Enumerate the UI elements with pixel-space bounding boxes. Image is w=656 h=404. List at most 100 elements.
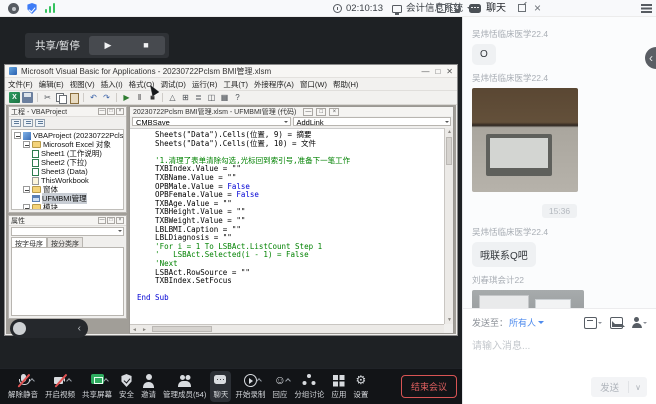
tree-item[interactable]: ThisWorkbook: [12, 176, 123, 185]
menu-item[interactable]: 编辑(E): [36, 79, 67, 90]
toolbar-item-screen-share[interactable]: 共享屏幕: [79, 371, 115, 402]
status-icon[interactable]: [8, 3, 19, 14]
minimize-icon[interactable]: —: [98, 108, 106, 115]
close-icon[interactable]: ×: [116, 217, 124, 224]
toolbar-item-apps[interactable]: 应用: [328, 371, 349, 402]
project-explorer-icon[interactable]: ⊞: [180, 92, 191, 103]
chevron-up-icon[interactable]: [286, 378, 292, 384]
toolbar-item-invite[interactable]: 邀请: [138, 371, 159, 402]
chat-message-input[interactable]: [472, 337, 612, 379]
tree-expander-icon[interactable]: [23, 204, 30, 210]
send-button[interactable]: 发送 ∨: [591, 377, 647, 397]
maximize-icon[interactable]: □: [107, 217, 115, 224]
tree-item[interactable]: Sheet3 (Data): [12, 167, 123, 176]
minimize-icon[interactable]: —: [421, 65, 429, 78]
save-icon[interactable]: [22, 92, 33, 103]
chat-message-list[interactable]: 吴炜恬临床医学22.4O吴炜恬临床医学22.415:36吴炜恬临床医学22.4哦…: [463, 17, 656, 308]
toolbox-icon[interactable]: ▦: [219, 92, 230, 103]
network-signal-icon[interactable]: [45, 3, 57, 14]
close-icon[interactable]: ×: [329, 108, 339, 116]
toggle-folders-icon[interactable]: [35, 119, 45, 127]
floating-meeting-widget[interactable]: ‹: [10, 319, 88, 338]
menu-item[interactable]: 插入(I): [98, 79, 126, 90]
vertical-scrollbar[interactable]: ▲▼: [444, 128, 453, 324]
menu-item[interactable]: 调试(D): [158, 79, 189, 90]
tree-item[interactable]: 模块: [12, 203, 123, 210]
menu-item[interactable]: 外接程序(A): [251, 79, 297, 90]
tree-expander-icon[interactable]: [14, 132, 21, 139]
close-icon[interactable]: ×: [116, 108, 124, 115]
redo-icon[interactable]: ↷: [101, 92, 112, 103]
properties-object-combo[interactable]: [11, 227, 124, 236]
paste-icon[interactable]: [68, 92, 79, 103]
tree-expander-icon[interactable]: [23, 141, 30, 148]
properties-list[interactable]: [11, 247, 124, 316]
menu-item[interactable]: 窗口(W): [297, 79, 330, 90]
toolbar-item-reaction[interactable]: ☺回应: [269, 371, 290, 402]
menu-icon[interactable]: [641, 4, 652, 6]
fullscreen-icon[interactable]: [437, 4, 446, 13]
close-icon[interactable]: ✕: [446, 65, 453, 78]
chat-message-bubble[interactable]: 哦联系Q吧: [472, 242, 536, 267]
stop-button[interactable]: ■: [127, 36, 165, 55]
toolbar-item-camera-off[interactable]: 开启视频: [42, 371, 78, 402]
play-button[interactable]: ▶: [89, 36, 127, 55]
close-chat-icon[interactable]: ×: [534, 0, 541, 17]
end-meeting-button[interactable]: 结束会议: [401, 375, 457, 398]
tree-item[interactable]: UFMBMI管理: [12, 194, 123, 203]
vba-title-bar[interactable]: Microsoft Visual Basic for Applications …: [5, 65, 457, 78]
tree-item[interactable]: Sheet2 (下拉): [12, 158, 123, 167]
toolbar-item-members[interactable]: 管理成员(54): [160, 371, 209, 402]
copy-icon[interactable]: [55, 92, 66, 103]
toolbar-item-shield[interactable]: 安全: [116, 371, 137, 402]
help-icon[interactable]: ?: [232, 92, 243, 103]
properties-window-icon[interactable]: ≣: [193, 92, 204, 103]
menu-item[interactable]: 帮助(H): [330, 79, 361, 90]
maximize-icon[interactable]: □: [435, 65, 440, 78]
chat-image-message[interactable]: [472, 88, 578, 192]
object-combo[interactable]: CMBSave: [132, 117, 291, 126]
tab-alphabetic[interactable]: 按字母序: [11, 237, 47, 247]
toolbar-item-settings[interactable]: ⚙设置: [350, 371, 371, 402]
share-source-selector[interactable]: 会计信息系统: [392, 0, 473, 17]
object-browser-icon[interactable]: ◫: [206, 92, 217, 103]
chevron-up-icon[interactable]: [103, 378, 109, 384]
toolbar-item-mic-off[interactable]: 解除静音: [5, 371, 41, 402]
toolbar-item-chat-bubble[interactable]: 聊天: [210, 371, 231, 402]
cut-icon[interactable]: ✂: [42, 92, 53, 103]
code-editor[interactable]: Sheets("Data").Cells(位置, 9) = 摘要 Sheets(…: [130, 128, 444, 324]
chat-message-bubble[interactable]: O: [472, 44, 496, 65]
chat-image-message[interactable]: [472, 290, 584, 308]
chevron-up-icon[interactable]: [256, 378, 262, 384]
run-icon[interactable]: ▶: [121, 92, 132, 103]
design-mode-icon[interactable]: △: [167, 92, 178, 103]
toolbar-item-record[interactable]: 开始录制: [232, 371, 268, 402]
excel-icon[interactable]: X: [9, 92, 20, 103]
collapse-left-icon[interactable]: ‹: [78, 323, 81, 334]
code-window-title-bar[interactable]: 20230722Pclsm BMI管理.xlsm - UFMBMI管理 (代码)…: [130, 107, 453, 116]
view-code-icon[interactable]: [11, 119, 21, 127]
menu-item[interactable]: 运行(R): [189, 79, 220, 90]
shield-check-icon[interactable]: [27, 3, 37, 14]
break-icon[interactable]: ‖: [134, 92, 145, 103]
mention-button[interactable]: [631, 317, 647, 329]
chevron-up-icon[interactable]: [66, 378, 72, 384]
tree-expander-icon[interactable]: [23, 186, 30, 193]
minimize-icon[interactable]: —: [98, 217, 106, 224]
minimize-icon[interactable]: —: [303, 108, 313, 116]
file-button[interactable]: [584, 317, 602, 329]
menu-item[interactable]: 文件(F): [5, 79, 36, 90]
menu-item[interactable]: 视图(V): [67, 79, 98, 90]
pip-view-icon[interactable]: [450, 4, 460, 13]
restore-icon[interactable]: □: [316, 108, 326, 116]
undo-icon[interactable]: ↶: [88, 92, 99, 103]
view-object-icon[interactable]: [23, 119, 33, 127]
popout-icon[interactable]: [518, 4, 526, 12]
procedure-combo[interactable]: AddLink: [293, 117, 452, 126]
send-to-selector[interactable]: 所有人: [509, 316, 536, 329]
menu-item[interactable]: 工具(T): [220, 79, 251, 90]
maximize-icon[interactable]: □: [107, 108, 115, 115]
horizontal-scrollbar[interactable]: ◄►: [130, 324, 444, 333]
chevron-up-icon[interactable]: [29, 378, 35, 384]
tab-categorized[interactable]: 按分类序: [47, 237, 83, 247]
